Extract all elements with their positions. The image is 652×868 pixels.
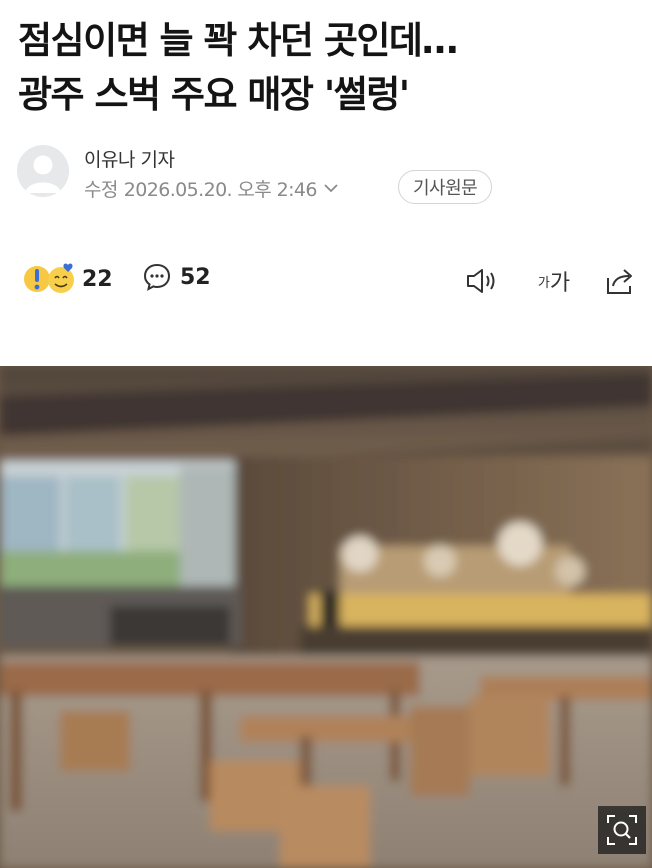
zoom-icon <box>607 815 637 845</box>
cafe-interior-photo <box>0 366 652 868</box>
chevron-down-icon[interactable] <box>323 183 339 193</box>
original-article-button[interactable]: 기사원문 <box>398 170 493 204</box>
speaker-button[interactable] <box>462 264 502 298</box>
modified-label: 수정 <box>84 178 118 201</box>
speaker-icon <box>467 269 495 293</box>
reporter-name[interactable]: 이유나 기자 <box>84 145 175 172</box>
reaction-button[interactable]: 22 <box>22 262 113 296</box>
font-size-large-label: 가 <box>549 271 571 296</box>
article-action-bar: 22 52 가가 <box>0 256 652 304</box>
comment-icon <box>143 263 171 291</box>
share-button[interactable] <box>600 264 640 298</box>
avatar[interactable] <box>17 145 69 197</box>
share-icon <box>607 269 632 294</box>
font-size-button[interactable]: 가가 <box>530 264 578 298</box>
font-size-small-label: 가 <box>537 275 550 291</box>
article-photo[interactable] <box>0 366 652 868</box>
headline-line-1: 점심이면 늘 꽉 차던 곳인데… <box>18 19 458 62</box>
headline-line-2: 광주 스벅 주요 매장 '썰렁' <box>18 73 410 116</box>
article-headline: 점심이면 늘 꽉 차던 곳인데… 광주 스벅 주요 매장 '썰렁' <box>18 14 638 122</box>
comment-button[interactable]: 52 <box>142 262 211 292</box>
reaction-emoji-icon <box>24 263 74 293</box>
zoom-button[interactable] <box>598 806 646 854</box>
comment-count: 52 <box>180 264 211 290</box>
default-avatar-icon <box>25 155 61 193</box>
modified-date: 2026.05.20. 오후 2:46 <box>123 178 318 201</box>
reaction-count: 22 <box>82 266 113 292</box>
modified-timestamp[interactable]: 수정 2026.05.20. 오후 2:46 <box>84 176 339 201</box>
